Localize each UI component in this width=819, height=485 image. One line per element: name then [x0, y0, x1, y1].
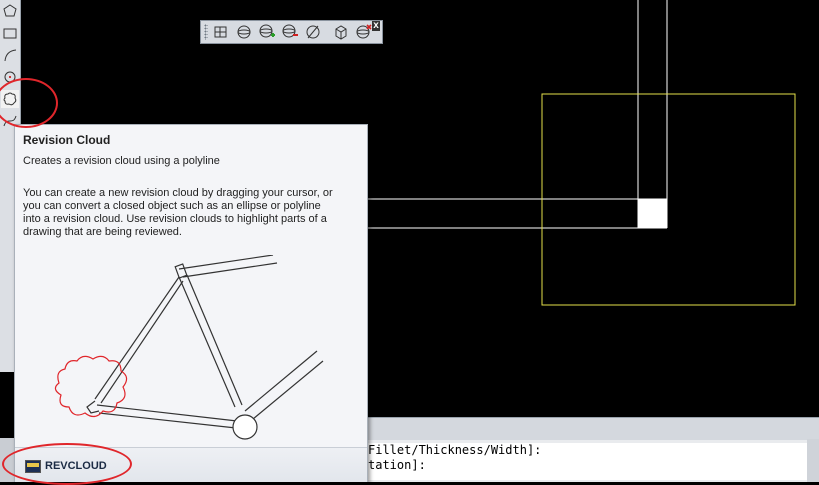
command-line-header [368, 417, 819, 440]
command-line-text: tation]: [368, 458, 426, 472]
tooltip-description-line: into a revision cloud. Use revision clou… [23, 213, 327, 225]
tooltip-description: You can create a new revision cloud by d… [23, 187, 363, 239]
bicycle-frame-illustration [54, 255, 324, 440]
sphere-remove-icon[interactable] [280, 23, 300, 41]
rectangle-icon[interactable] [1, 24, 19, 42]
polygon-icon[interactable] [1, 2, 19, 20]
box-grid-icon[interactable] [211, 23, 231, 41]
arc-icon[interactable] [1, 46, 19, 64]
annotation-circle [2, 443, 132, 485]
tooltip-subtitle: Creates a revision cloud using a polylin… [23, 155, 220, 167]
sphere-close-icon[interactable] [354, 23, 374, 41]
toolbar-grip[interactable] [204, 24, 208, 40]
command-scrollbar[interactable] [807, 439, 819, 482]
tooltip-title: Revision Cloud [23, 133, 111, 147]
command-tooltip: Revision Cloud Creates a revision cloud … [14, 124, 368, 482]
close-icon[interactable]: x [372, 21, 380, 31]
command-line-text: Fillet/Thickness/Width]: [368, 443, 542, 457]
revision-cloud-shape [54, 355, 128, 418]
sphere-slash-icon[interactable] [303, 23, 323, 41]
cube-icon[interactable] [331, 23, 351, 41]
tooltip-description-line: drawing that are being reviewed. [23, 226, 182, 238]
command-history: Fillet/Thickness/Width]: tation]: [368, 443, 808, 480]
tooltip-description-line: you can convert a closed object such as … [23, 200, 321, 212]
filled-square [638, 199, 667, 228]
sphere-icon[interactable] [234, 23, 254, 41]
tooltip-description-line: You can create a new revision cloud by d… [23, 187, 333, 199]
sphere-add-icon[interactable] [257, 23, 277, 41]
command-line-panel: Fillet/Thickness/Width]: tation]: [368, 417, 819, 482]
floating-toolbar: x [200, 20, 383, 44]
